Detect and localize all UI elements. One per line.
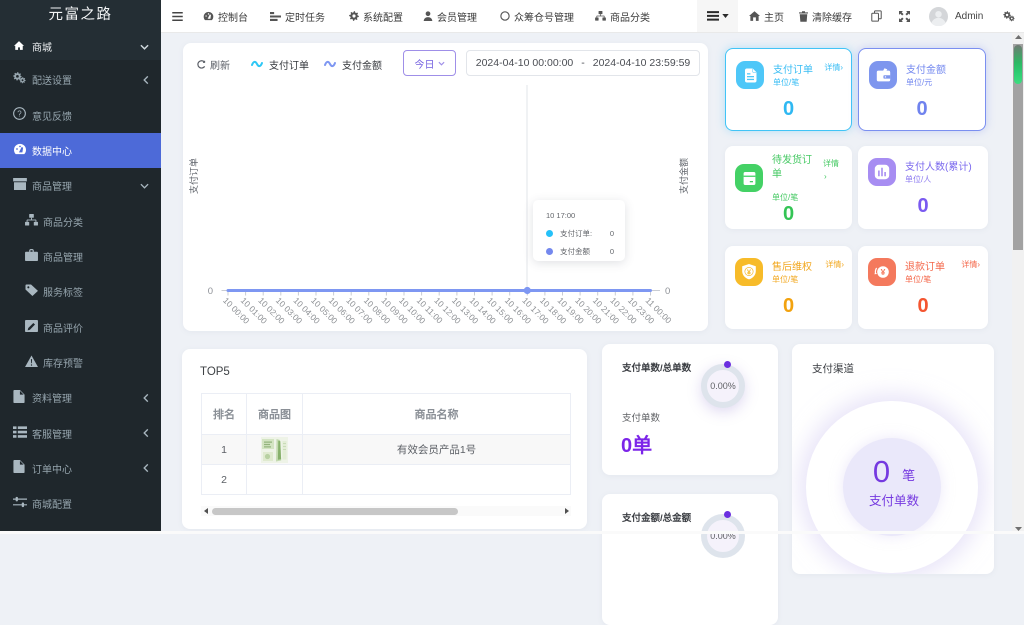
svg-text:支付订单: 支付订单: [188, 158, 199, 194]
svg-text:¥: ¥: [881, 267, 886, 277]
svg-text:支付金额: 支付金额: [678, 158, 689, 194]
svg-text:0: 0: [665, 286, 670, 297]
svg-text:0: 0: [208, 286, 213, 297]
svg-text:?: ?: [17, 109, 22, 118]
